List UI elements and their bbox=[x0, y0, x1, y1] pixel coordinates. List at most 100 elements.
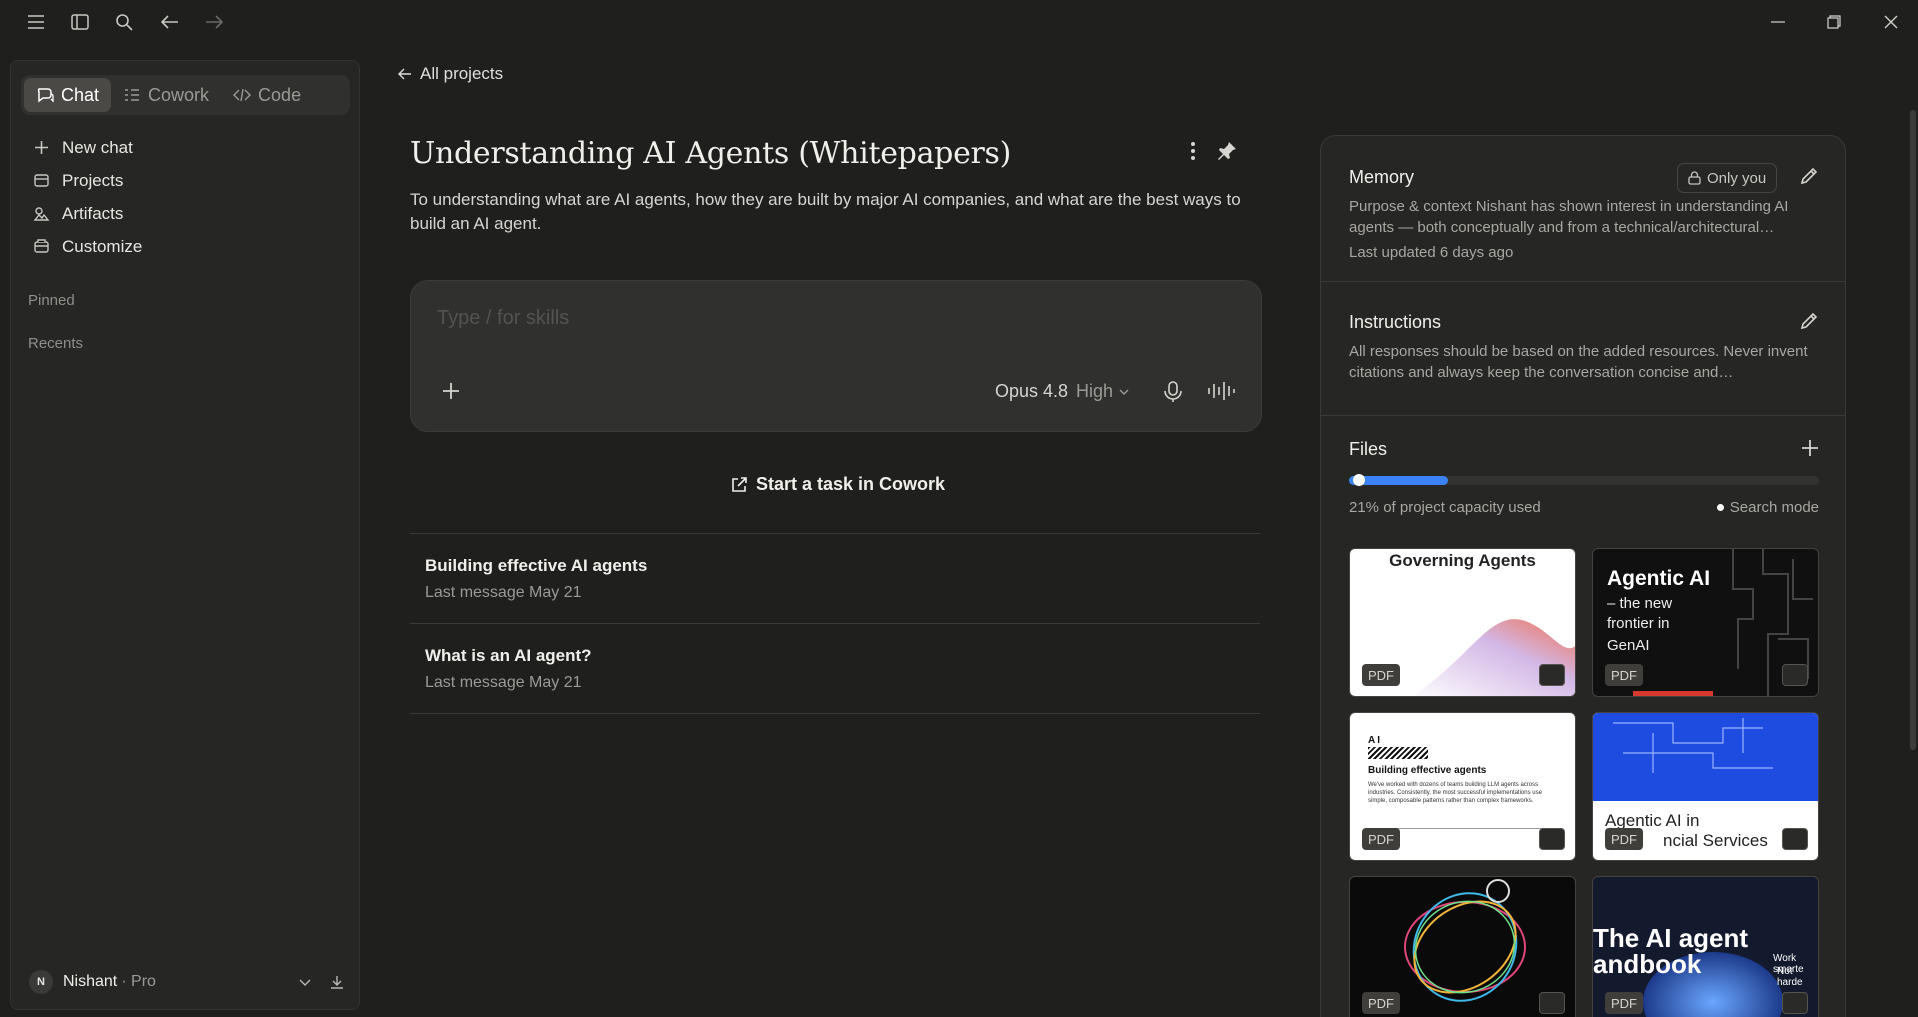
tab-label: Code bbox=[258, 84, 302, 105]
file-type-badge: PDF bbox=[1362, 992, 1400, 1014]
memory-summary: Purpose & context Nishant has shown inte… bbox=[1349, 198, 1789, 236]
mode-switch: Chat Cowork Code bbox=[21, 75, 350, 115]
message-input[interactable] bbox=[437, 307, 1197, 330]
file-card[interactable]: The AI agent andbook Work smarte Not har… bbox=[1592, 876, 1819, 1017]
projects-icon bbox=[33, 172, 50, 189]
select-checkbox[interactable] bbox=[1782, 664, 1808, 686]
cowork-icon bbox=[123, 86, 141, 104]
back-label: All projects bbox=[420, 64, 504, 83]
chat-title: Building effective AI agents bbox=[425, 556, 648, 575]
list-item[interactable]: Building effective AI agents Last messag… bbox=[410, 534, 1260, 624]
sidebar-item-artifacts[interactable]: Artifacts bbox=[21, 197, 350, 230]
thumb-text: andbook bbox=[1593, 949, 1702, 979]
tab-chat[interactable]: Chat bbox=[24, 78, 112, 112]
sidebar-item-label: New chat bbox=[62, 137, 133, 157]
project-description: To understanding what are AI agents, how… bbox=[410, 190, 1241, 233]
file-type-badge: PDF bbox=[1605, 664, 1643, 686]
all-projects-link[interactable]: All projects bbox=[398, 64, 503, 84]
customize-icon bbox=[33, 238, 50, 255]
project-title: Understanding AI Agents (Whitepapers) bbox=[410, 136, 1012, 171]
tab-label: Cowork bbox=[148, 84, 210, 105]
title-bar bbox=[0, 0, 1918, 44]
recents-heading: Recents bbox=[28, 335, 84, 352]
user-name: Nishant bbox=[63, 973, 118, 990]
microphone-icon[interactable] bbox=[1163, 381, 1183, 403]
tab-label: Chat bbox=[61, 84, 100, 105]
list-item[interactable]: What is an AI agent? Last message May 21 bbox=[410, 624, 1260, 714]
chat-meta: Last message May 21 bbox=[425, 584, 582, 601]
memory-section: Memory Only you Purpose & context Nishan… bbox=[1321, 136, 1845, 282]
file-type-badge: PDF bbox=[1362, 828, 1400, 850]
external-link-icon bbox=[730, 476, 748, 494]
back-arrow-icon[interactable] bbox=[156, 10, 184, 34]
tab-cowork[interactable]: Cowork bbox=[111, 78, 221, 112]
file-type-badge: PDF bbox=[1362, 664, 1400, 686]
forward-arrow-icon[interactable] bbox=[200, 10, 228, 34]
select-checkbox[interactable] bbox=[1539, 828, 1565, 850]
sidebar-item-projects[interactable]: Projects bbox=[21, 164, 350, 197]
chat-meta: Last message May 21 bbox=[425, 674, 582, 691]
menu-icon[interactable] bbox=[22, 10, 50, 34]
user-menu[interactable]: N Nishant · Pro bbox=[21, 965, 350, 999]
capacity-bar bbox=[1349, 474, 1819, 486]
sidebar-toggle-icon[interactable] bbox=[66, 10, 94, 34]
visibility-badge[interactable]: Only you bbox=[1677, 163, 1778, 193]
thumb-text: – the new bbox=[1607, 595, 1673, 612]
file-card[interactable]: AI Building effective agents We've worke… bbox=[1349, 712, 1576, 861]
thumb-text: frontier in bbox=[1607, 615, 1670, 632]
file-card[interactable]: PDF bbox=[1349, 876, 1576, 1017]
thumb-text: Not harde bbox=[1777, 966, 1803, 988]
scrollbar[interactable] bbox=[1910, 110, 1916, 750]
memory-title: Memory bbox=[1349, 167, 1415, 187]
restore-icon[interactable] bbox=[1814, 8, 1854, 36]
select-checkbox[interactable] bbox=[1782, 992, 1808, 1014]
chevron-down-icon[interactable] bbox=[298, 975, 312, 989]
user-plan: · Pro bbox=[121, 973, 156, 990]
select-checkbox[interactable] bbox=[1539, 992, 1565, 1014]
sidebar-item-label: Artifacts bbox=[62, 203, 124, 223]
thumb-logo: AI bbox=[1368, 735, 1382, 746]
memory-updated: Last updated 6 days ago bbox=[1349, 244, 1514, 261]
edit-memory-icon[interactable] bbox=[1799, 166, 1819, 186]
thumb-text: Agentic AI bbox=[1607, 567, 1711, 590]
search-icon[interactable] bbox=[110, 10, 138, 34]
model-selector[interactable]: Opus 4.8 High bbox=[995, 381, 1130, 402]
minimize-icon[interactable] bbox=[1758, 8, 1798, 36]
model-name: Opus 4.8 bbox=[995, 381, 1069, 401]
voice-mode-icon[interactable] bbox=[1207, 381, 1235, 401]
capacity-bar-fill bbox=[1349, 474, 1448, 486]
add-file-icon[interactable] bbox=[1801, 439, 1819, 457]
download-icon[interactable] bbox=[330, 975, 344, 989]
sidebar-item-customize[interactable]: Customize bbox=[21, 230, 350, 263]
thumb-stripe bbox=[1633, 691, 1713, 696]
more-options-icon[interactable] bbox=[1190, 141, 1196, 161]
instructions-section: Instructions All responses should be bas… bbox=[1321, 282, 1845, 416]
sidebar: Chat Cowork Code New chat Projects Artif… bbox=[10, 60, 360, 1010]
edit-instructions-icon[interactable] bbox=[1799, 311, 1819, 331]
status-dot bbox=[1716, 504, 1724, 511]
file-card[interactable]: Governing Agents PDF bbox=[1349, 548, 1576, 697]
sidebar-nav: New chat Projects Artifacts Customize bbox=[21, 131, 350, 263]
avatar: N bbox=[29, 970, 53, 994]
start-cowork-task-link[interactable]: Start a task in Cowork bbox=[730, 474, 945, 495]
instructions-title: Instructions bbox=[1349, 312, 1442, 332]
sidebar-item-new-chat[interactable]: New chat bbox=[21, 131, 350, 164]
select-checkbox[interactable] bbox=[1782, 828, 1808, 850]
search-mode-indicator[interactable]: Search mode bbox=[1716, 499, 1819, 516]
file-card[interactable]: Agentic AI – the new frontier in GenAI P… bbox=[1592, 548, 1819, 697]
pinned-heading: Pinned bbox=[28, 292, 75, 309]
file-card[interactable]: Agentic AI in ncial Services PDF bbox=[1592, 712, 1819, 861]
tab-code[interactable]: Code bbox=[221, 78, 313, 112]
instructions-text: All responses should be based on the add… bbox=[1349, 343, 1808, 381]
chat-list: Building effective AI agents Last messag… bbox=[410, 533, 1260, 714]
select-checkbox[interactable] bbox=[1539, 664, 1565, 686]
close-icon[interactable] bbox=[1871, 8, 1911, 36]
pin-icon[interactable] bbox=[1216, 140, 1238, 162]
chat-icon bbox=[36, 86, 54, 104]
thumb-text: We've worked with dozens of teams buildi… bbox=[1368, 782, 1542, 804]
model-effort: High bbox=[1076, 381, 1114, 401]
add-attachment-icon[interactable] bbox=[441, 381, 461, 401]
capacity-text: 21% of project capacity used bbox=[1349, 499, 1541, 516]
thumb-text: Building effective agents bbox=[1368, 765, 1487, 776]
chevron-down-icon bbox=[1118, 386, 1130, 398]
